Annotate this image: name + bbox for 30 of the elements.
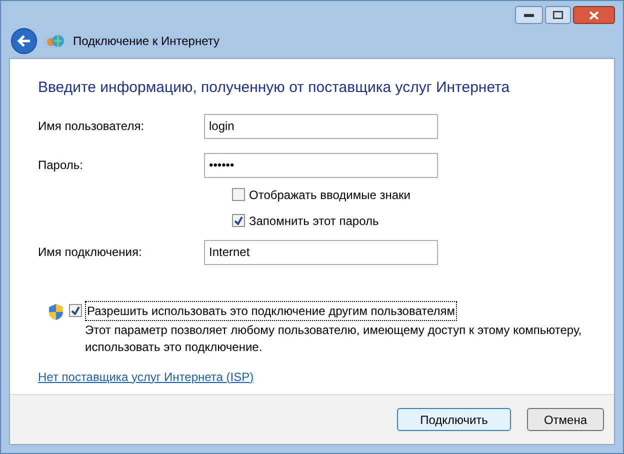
checkbox[interactable]: [232, 188, 245, 201]
close-button[interactable]: [573, 6, 615, 24]
checkbox[interactable]: [69, 304, 82, 317]
checkmark-icon: [71, 306, 80, 315]
checkmark-icon: [234, 216, 243, 225]
input-field[interactable]: login: [204, 114, 438, 138]
connect-button[interactable]: Подключить: [397, 408, 511, 431]
minimize-button[interactable]: [515, 6, 543, 24]
back-button[interactable]: [11, 28, 37, 54]
field-label: Пароль:: [38, 157, 84, 174]
close-icon: [589, 10, 599, 20]
window-title: Подключение к Интернету: [73, 33, 220, 50]
back-arrow-icon: [17, 35, 31, 47]
description-text: Этот параметр позволяет любому пользователю, имеющему доступ к этому компьютеру, использовать это подключение.: [84, 322, 583, 356]
checkbox[interactable]: [232, 214, 245, 227]
input-field[interactable]: ••••••: [204, 152, 438, 178]
shield-icon: [48, 302, 64, 320]
maximize-icon: [553, 11, 563, 19]
checkbox-label[interactable]: Разрешить использовать это подключение другим пользователям: [85, 300, 458, 320]
isp-link[interactable]: Нет поставщика услуг Интернета (ISP): [38, 368, 254, 386]
cancel-button[interactable]: Отмена: [526, 408, 604, 431]
minimize-icon: [524, 14, 534, 16]
checkbox-label[interactable]: Отображать вводимые знаки: [249, 186, 410, 204]
page-heading: Введите информацию, полученную от поставщика услуг Интернета: [38, 78, 511, 98]
maximize-button[interactable]: [545, 6, 571, 24]
field-label: Имя подключения:: [38, 244, 143, 261]
input-field[interactable]: Internet: [204, 240, 438, 264]
field-label: Имя пользователя:: [38, 118, 146, 135]
checkbox-label[interactable]: Запомнить этот пароль: [249, 212, 379, 230]
network-globe-icon: [45, 34, 65, 48]
